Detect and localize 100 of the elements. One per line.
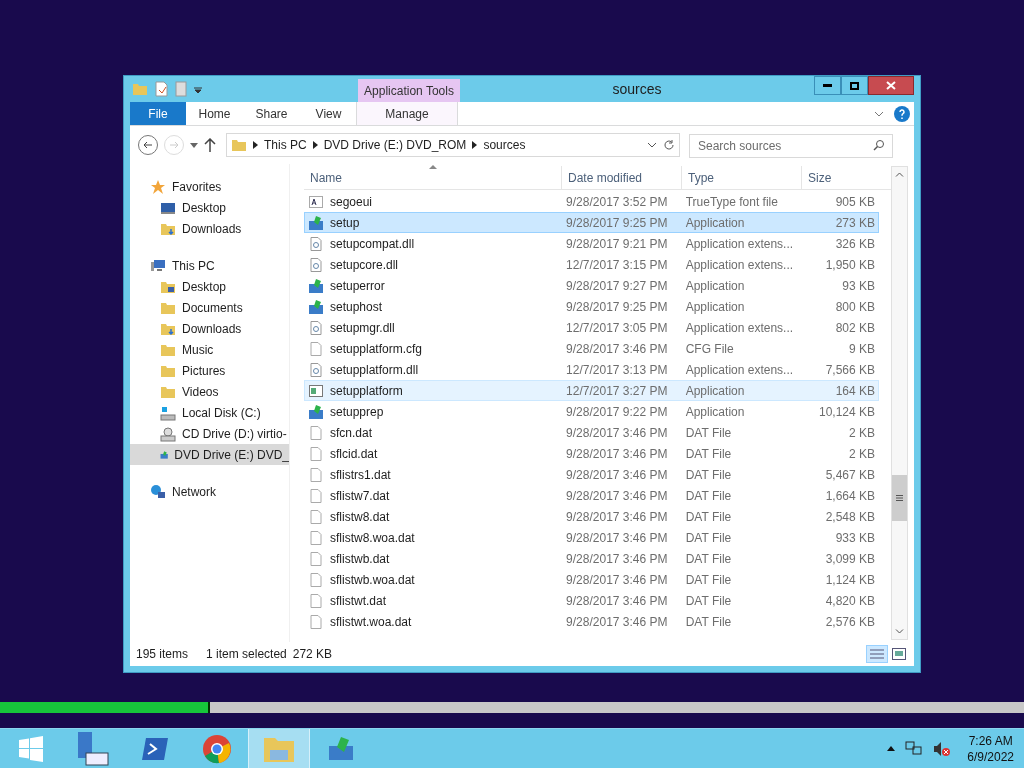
- type-cell-text: DAT File: [684, 424, 733, 442]
- file-name: setupcore.dll: [330, 256, 399, 274]
- scroll-thumb[interactable]: [892, 475, 907, 521]
- breadcrumb[interactable]: This PC: [264, 136, 307, 154]
- breadcrumb[interactable]: DVD Drive (E:) DVD_ROM: [323, 136, 467, 154]
- nav-item[interactable]: DVD Drive (E:) DVD_: [130, 444, 289, 465]
- date-cell-text: 9/28/2017 3:46 PM: [565, 613, 669, 631]
- star-icon: [150, 178, 166, 195]
- nav-item[interactable]: Desktop: [130, 197, 289, 218]
- gear-file-icon: [308, 256, 324, 273]
- file-icon: [308, 571, 324, 588]
- breadcrumb[interactable]: sources: [483, 136, 526, 154]
- nav-item[interactable]: Favorites: [130, 176, 289, 197]
- type-cell-text: DAT File: [684, 508, 733, 526]
- refresh-icon: [663, 139, 675, 151]
- file-row[interactable]: setupplatform.dll 12/7/2017 3:13 PM Application extens... 7,566 KB: [304, 359, 879, 380]
- scrollbar[interactable]: [891, 166, 908, 640]
- size-cell-text: 933 KB: [834, 529, 876, 547]
- minimize-button[interactable]: [814, 76, 841, 95]
- file-row[interactable]: sflistw7.dat 9/28/2017 3:46 PM DAT File 1,664 KB: [304, 485, 879, 506]
- file-name: sflistrs1.dat: [330, 466, 391, 484]
- file-row[interactable]: sflistwt.woa.dat 9/28/2017 3:46 PM DAT File 2,576 KB: [304, 611, 879, 632]
- file-row[interactable]: segoeui 9/28/2017 3:52 PM TrueType font file 905 KB: [304, 191, 879, 212]
- date-cell-text: 9/28/2017 9:22 PM: [565, 403, 669, 421]
- column-header[interactable]: Name: [304, 166, 561, 189]
- file-row[interactable]: setupmgr.dll 12/7/2017 3:05 PM Application extens... 802 KB: [304, 317, 879, 338]
- size-cell-text: 9 KB: [848, 340, 876, 358]
- date-cell-text: 9/28/2017 3:46 PM: [565, 550, 669, 568]
- file-row[interactable]: sflistw8.woa.dat 9/28/2017 3:46 PM DAT File 933 KB: [304, 527, 879, 548]
- file-row[interactable]: setuphost 9/28/2017 9:25 PM Application 800 KB: [304, 296, 879, 317]
- scroll-up-icon: [895, 172, 904, 177]
- size-cell-text: 2 KB: [848, 445, 876, 463]
- nav-item[interactable]: CD Drive (D:) virtio-: [130, 423, 289, 444]
- nav-item[interactable]: Pictures: [130, 360, 289, 381]
- date-cell-text: 9/28/2017 3:46 PM: [565, 571, 669, 589]
- file-row[interactable]: setupplatform 12/7/2017 3:27 PM Application 164 KB: [304, 380, 879, 401]
- terminal-icon: [140, 735, 170, 762]
- chevron-down-icon: [874, 110, 884, 117]
- ribbon-tab[interactable]: Manage: [356, 102, 458, 125]
- file-row[interactable]: setup 9/28/2017 9:25 PM Application 273 KB: [304, 212, 879, 233]
- address-bar[interactable]: This PC DVD Drive (E:) DVD_ROM sources: [226, 133, 680, 157]
- date-cell-text: 12/7/2017 3:13 PM: [565, 361, 669, 379]
- ribbon-tab[interactable]: File: [130, 102, 186, 125]
- selection-count: 1 item selected: [206, 646, 287, 663]
- properties-icon: [154, 81, 168, 97]
- ribbon-tab[interactable]: View: [300, 102, 357, 125]
- nav-item[interactable]: Local Disk (C:): [130, 402, 289, 423]
- nav-item[interactable]: Documents: [130, 297, 289, 318]
- size-cell-text: 93 KB: [841, 277, 876, 295]
- size-cell-text: 164 KB: [834, 382, 876, 400]
- file-row[interactable]: setupcompat.dll 9/28/2017 9:21 PM Application extens... 326 KB: [304, 233, 879, 254]
- type-cell-text: Application extens...: [684, 361, 795, 379]
- file-row[interactable]: sflistwt.dat 9/28/2017 3:46 PM DAT File 4,820 KB: [304, 590, 879, 611]
- file-name: sfcn.dat: [330, 424, 373, 442]
- nav-item[interactable]: Music: [130, 339, 289, 360]
- file-row[interactable]: sfcn.dat 9/28/2017 3:46 PM DAT File 2 KB: [304, 422, 879, 443]
- tiles-view-button[interactable]: [890, 645, 908, 663]
- nav-item[interactable]: Downloads: [130, 218, 289, 239]
- search-field[interactable]: Search sources: [689, 134, 893, 158]
- close-button[interactable]: [868, 76, 914, 95]
- file-row[interactable]: sflistwb.woa.dat 9/28/2017 3:46 PM DAT File 1,124 KB: [304, 569, 879, 590]
- nav-item[interactable]: Downloads: [130, 318, 289, 339]
- nav-item[interactable]: Videos: [130, 381, 289, 402]
- maximize-button[interactable]: [841, 76, 868, 95]
- column-header[interactable]: Size: [801, 166, 879, 189]
- file-name: setupprep: [330, 403, 384, 421]
- column-header[interactable]: Type: [681, 166, 801, 189]
- size-cell-text: 802 KB: [834, 319, 876, 337]
- file-name: setuperror: [330, 277, 385, 295]
- file-row[interactable]: setupplatform.cfg 9/28/2017 3:46 PM CFG File 9 KB: [304, 338, 879, 359]
- type-cell-text: DAT File: [684, 550, 733, 568]
- window-title: sources: [611, 79, 663, 99]
- file-name: sflistw7.dat: [330, 487, 390, 505]
- file-row[interactable]: sflcid.dat 9/28/2017 3:46 PM DAT File 2 KB: [304, 443, 879, 464]
- file-name: sflistwt.dat: [330, 592, 386, 610]
- file-name: sflistw8.woa.dat: [330, 529, 415, 547]
- nav-item[interactable]: Network: [130, 481, 289, 502]
- taskbar-button[interactable]: [248, 729, 310, 768]
- file-row[interactable]: sflistw8.dat 9/28/2017 3:46 PM DAT File 2,548 KB: [304, 506, 879, 527]
- file-row[interactable]: setupprep 9/28/2017 9:22 PM Application 10,124 KB: [304, 401, 879, 422]
- size-cell-text: 800 KB: [834, 298, 876, 316]
- ribbon-tab[interactable]: Home: [186, 102, 243, 125]
- column-header[interactable]: Date modified: [561, 166, 681, 189]
- file-row[interactable]: setuperror 9/28/2017 9:27 PM Application 93 KB: [304, 275, 879, 296]
- nav-item[interactable]: Desktop: [130, 276, 289, 297]
- gear-file-icon: [308, 361, 324, 378]
- file-row[interactable]: sflistwb.dat 9/28/2017 3:46 PM DAT File 3,099 KB: [304, 548, 879, 569]
- date-cell-text: 9/28/2017 3:46 PM: [565, 445, 669, 463]
- ribbon-tab[interactable]: Share: [243, 102, 300, 125]
- file-name: setuphost: [330, 298, 383, 316]
- file-row[interactable]: sflistrs1.dat 9/28/2017 3:46 PM DAT File 5,467 KB: [304, 464, 879, 485]
- size-cell-text: 10,124 KB: [817, 403, 876, 421]
- nav-item[interactable]: This PC: [130, 255, 289, 276]
- type-cell-text: Application: [684, 382, 746, 400]
- file-row[interactable]: setupcore.dll 12/7/2017 3:15 PM Application extens... 1,950 KB: [304, 254, 879, 275]
- date-cell-text: 9/28/2017 3:46 PM: [565, 592, 669, 610]
- file-name: setupplatform: [330, 382, 403, 400]
- size-cell-text: 4,820 KB: [824, 592, 876, 610]
- setup-icon: [327, 735, 355, 762]
- clock[interactable]: 7:26 AM 6/9/2022: [967, 732, 1014, 765]
